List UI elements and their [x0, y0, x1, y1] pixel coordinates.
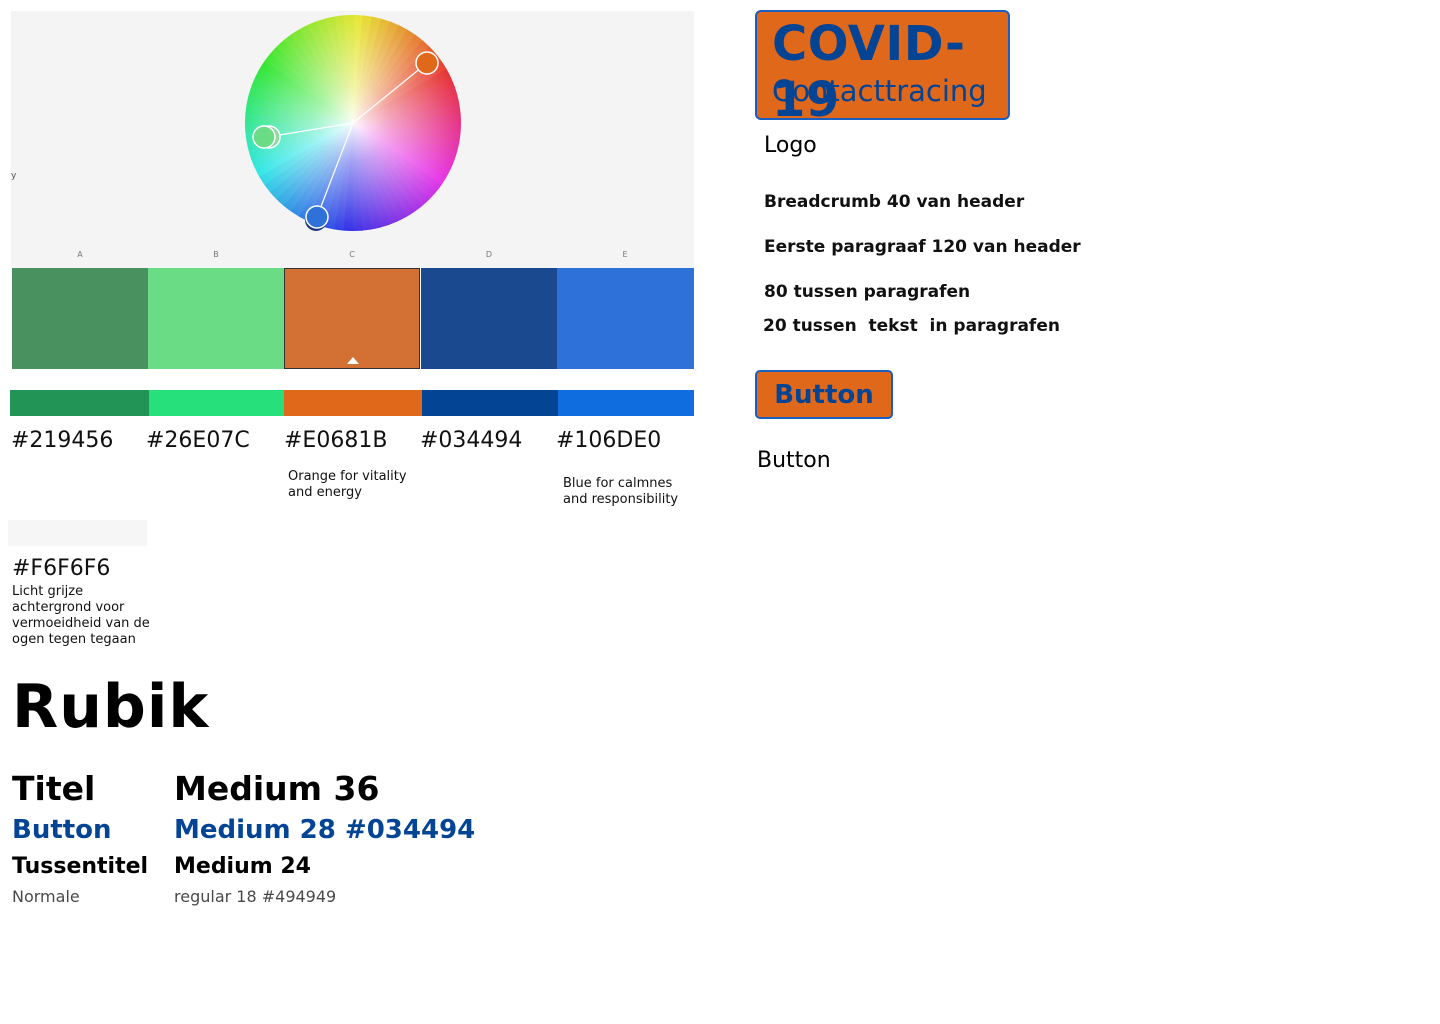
button-caption: Button — [757, 448, 831, 473]
palette-swatch-c-selected[interactable] — [284, 268, 420, 369]
hex-label: #E0681B — [284, 428, 388, 453]
orange-note: Orange for vitality and energy — [288, 469, 407, 500]
type-row-spec: Medium 36 — [174, 769, 380, 808]
palette-swatch-a[interactable] — [12, 268, 148, 369]
wheel-handle-blue[interactable] — [305, 205, 329, 229]
color-bar-219456 — [10, 390, 149, 416]
selected-swatch-caret-icon — [347, 357, 359, 364]
blue-note: Blue for calmnes and responsibility — [563, 476, 679, 507]
type-row-name: Tussentitel — [12, 854, 149, 879]
swatch-letter-b: B — [213, 250, 219, 259]
wheel-handle-orange[interactable] — [415, 51, 439, 75]
panel-edge-label: y — [11, 171, 17, 181]
swatch-letter-c: C — [349, 250, 355, 259]
logo-subtitle: Contacttracing — [772, 74, 987, 108]
type-row-name: Button — [12, 815, 112, 845]
color-bar-e0681b — [284, 390, 422, 416]
background-note: Licht grijze achtergrond voor vermoeidhe… — [12, 584, 150, 647]
hex-label: #106DE0 — [556, 428, 662, 453]
hex-label: #26E07C — [146, 428, 250, 453]
swatch-letter-e: E — [622, 250, 628, 259]
type-row-spec: Medium 28 #034494 — [174, 815, 476, 845]
color-bar-034494 — [422, 390, 558, 416]
spacing-spec: 80 tussen paragrafen — [764, 282, 971, 302]
palette-swatch-e[interactable] — [557, 268, 694, 369]
background-swatch — [8, 520, 147, 546]
hex-label: #F6F6F6 — [12, 556, 111, 581]
spacing-spec: Breadcrumb 40 van header — [764, 192, 1025, 212]
type-row-spec: regular 18 #494949 — [174, 887, 337, 906]
wheel-handle-green[interactable] — [252, 125, 276, 149]
type-row-name: Titel — [12, 769, 96, 808]
logo-caption: Logo — [764, 133, 817, 158]
color-bar-106de0 — [558, 390, 694, 416]
hex-label: #219456 — [11, 428, 114, 453]
covid-logo: COVID-19 Contacttracing — [755, 10, 1010, 128]
color-wheel-graphic — [245, 14, 462, 231]
spacing-spec: 20 tussen tekst in paragrafen — [763, 316, 1060, 336]
palette-swatch-b[interactable] — [148, 268, 284, 369]
color-wheel-panel: y — [11, 11, 694, 268]
sample-button[interactable]: Button — [755, 370, 893, 419]
color-bar-26e07c — [149, 390, 284, 416]
hex-label: #034494 — [420, 428, 523, 453]
type-row-name: Normale — [12, 887, 80, 906]
swatch-letter-d: D — [485, 250, 493, 259]
swatch-letter-a: A — [77, 250, 83, 259]
logo-title: COVID-19 — [772, 16, 966, 128]
palette-swatch-d[interactable] — [421, 268, 557, 369]
type-row-spec: Medium 24 — [174, 854, 311, 879]
spacing-spec: Eerste paragraaf 120 van header — [764, 237, 1081, 257]
font-name-heading: Rubik — [12, 672, 210, 742]
